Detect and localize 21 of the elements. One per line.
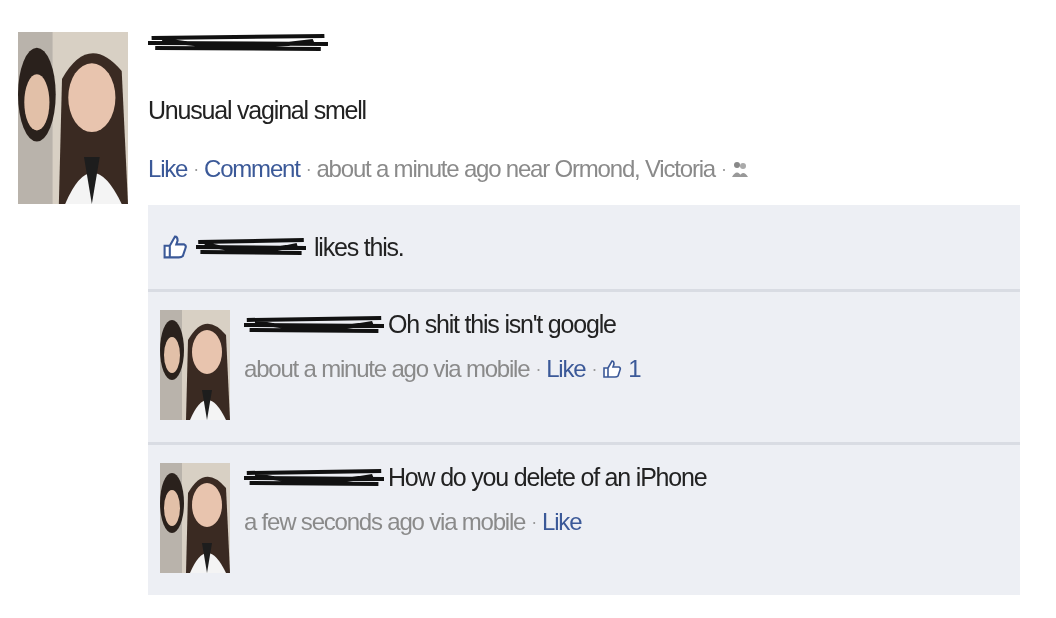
separator-dot: · (531, 511, 537, 533)
post-text: Unusual vaginal smell (148, 96, 367, 125)
comment-text: Oh shit this isn't google (388, 310, 616, 339)
action-link[interactable]: Like (148, 155, 188, 183)
separator-dot: · (720, 158, 726, 180)
separator-dot: · (193, 158, 199, 180)
thumbs-up-icon (602, 359, 623, 379)
action-link[interactable]: Like (546, 355, 586, 383)
comment-time: a few seconds ago via mobile (244, 508, 526, 536)
separator-dot: · (535, 358, 541, 380)
people-icon (731, 160, 748, 178)
comment-text: How do you delete of an iPhone (388, 463, 707, 492)
post-meta: about a minute ago near Ormond, Victoria (316, 155, 715, 183)
comment-time: about a minute ago via mobile (244, 355, 530, 383)
likes-text: likes this. (314, 232, 404, 262)
thumbs-up-icon (162, 234, 188, 260)
action-link[interactable]: Comment (204, 155, 300, 183)
separator-dot: · (591, 358, 597, 380)
action-link[interactable]: Like (542, 508, 582, 536)
like-count[interactable]: 1 (628, 355, 641, 383)
separator-dot: · (305, 158, 311, 180)
